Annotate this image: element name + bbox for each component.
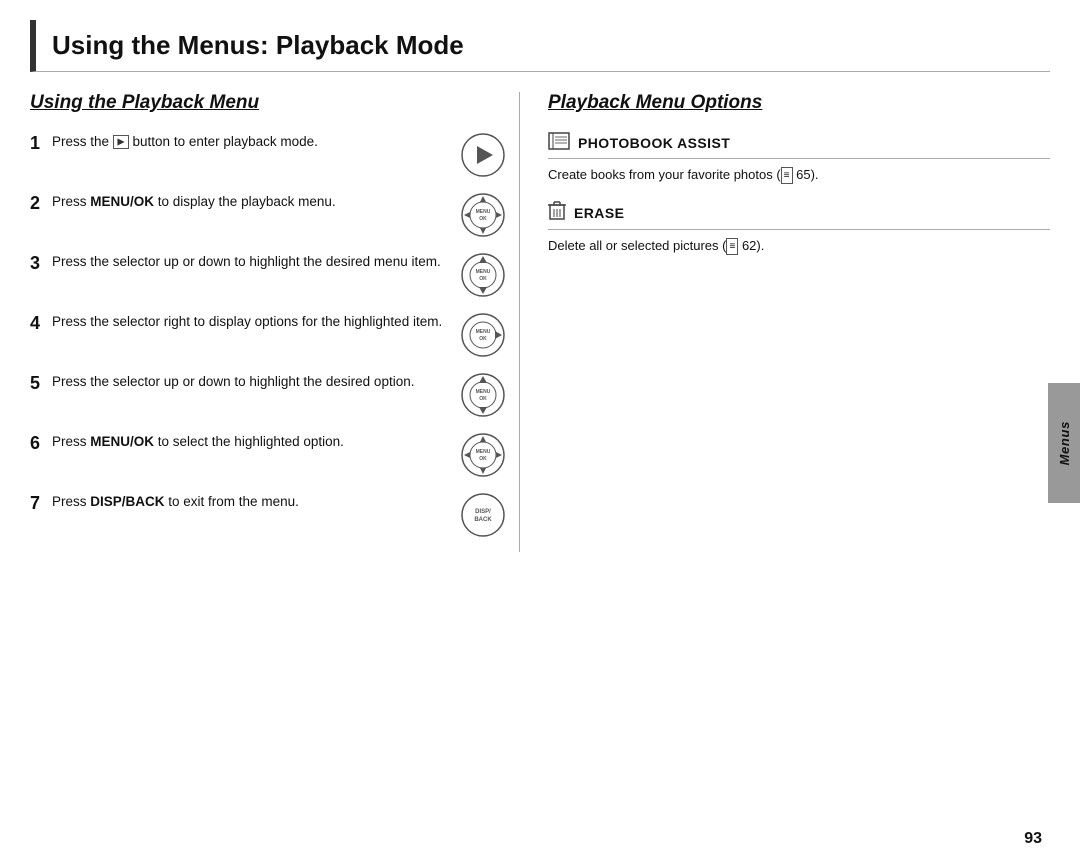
svg-text:OK: OK <box>479 336 487 342</box>
option-erase: ERASE Delete all or selected pictures (≡… <box>548 201 1050 256</box>
step-icon-7: DISP/ BACK <box>457 492 509 538</box>
book-icon <box>548 132 570 154</box>
left-column: Using the Playback Menu 1 Press the butt… <box>30 92 520 552</box>
option-photobook-title: PHOTOBOOK ASSIST <box>578 135 730 151</box>
ref-box-1: ≡ <box>781 167 793 184</box>
step-number-6: 6 <box>30 432 52 455</box>
svg-text:OK: OK <box>479 456 487 462</box>
steps-list: 1 Press the button to enter playback mod… <box>30 132 509 538</box>
option-erase-header: ERASE <box>548 201 1050 230</box>
svg-text:MENU: MENU <box>476 209 491 215</box>
option-photobook: PHOTOBOOK ASSIST Create books from your … <box>548 132 1050 185</box>
page-number: 93 <box>1024 830 1042 848</box>
step-icon-1 <box>457 132 509 178</box>
disp-back-icon: DISP/ BACK <box>460 492 506 538</box>
trash-icon <box>548 201 566 225</box>
right-section-title: Playback Menu Options <box>548 92 1050 114</box>
step-1: 1 Press the button to enter playback mod… <box>30 132 509 178</box>
step-number-1: 1 <box>30 132 52 155</box>
step-icon-4: MENU OK <box>457 312 509 358</box>
svg-text:OK: OK <box>479 396 487 402</box>
step-icon-3: MENU OK <box>457 252 509 298</box>
step-3: 3 Press the selector up or down to highl… <box>30 252 509 298</box>
inline-play-icon <box>113 135 129 149</box>
step-number-4: 4 <box>30 312 52 335</box>
step-7: 7 Press DISP/BACK to exit from the menu.… <box>30 492 509 538</box>
side-tab-label: Menus <box>1057 421 1072 465</box>
side-tab: Menus <box>1048 383 1080 503</box>
step-icon-6: MENU OK <box>457 432 509 478</box>
selector-updown-icon-2: MENU OK <box>460 372 506 418</box>
svg-text:MENU: MENU <box>476 269 491 275</box>
step-number-3: 3 <box>30 252 52 275</box>
option-photobook-desc: Create books from your favorite photos (… <box>548 165 1050 185</box>
right-column: Playback Menu Options PHOTOBOOK ASSIST <box>520 92 1050 552</box>
step-text-7: Press DISP/BACK to exit from the menu. <box>52 492 457 512</box>
selector-right-icon: MENU OK <box>460 312 506 358</box>
page-header: Using the Menus: Playback Mode <box>30 20 1050 72</box>
svg-text:MENU: MENU <box>476 389 491 395</box>
step-text-6: Press MENU/OK to select the highlighted … <box>52 432 457 452</box>
page-title: Using the Menus: Playback Mode <box>52 30 464 60</box>
step-icon-5: MENU OK <box>457 372 509 418</box>
svg-text:OK: OK <box>479 216 487 222</box>
step-6: 6 Press MENU/OK to select the highlighte… <box>30 432 509 478</box>
step-text-5: Press the selector up or down to highlig… <box>52 372 457 392</box>
play-button-icon <box>460 132 506 178</box>
menu-ok-icon-2: MENU OK <box>460 432 506 478</box>
main-content: Using the Playback Menu 1 Press the butt… <box>30 72 1050 552</box>
menu-ok-icon-1: MENU OK <box>460 192 506 238</box>
step-text-1: Press the button to enter playback mode. <box>52 132 457 152</box>
svg-text:BACK: BACK <box>474 517 492 523</box>
left-section-title: Using the Playback Menu <box>30 92 509 114</box>
svg-text:OK: OK <box>479 276 487 282</box>
step-icon-2: MENU OK <box>457 192 509 238</box>
page-container: Using the Menus: Playback Mode Using the… <box>0 20 1080 866</box>
step-2: 2 Press MENU/OK to display the playback … <box>30 192 509 238</box>
svg-text:MENU: MENU <box>476 449 491 455</box>
option-erase-desc: Delete all or selected pictures (≡ 62). <box>548 236 1050 256</box>
erase-icon <box>548 201 566 221</box>
step-text-3: Press the selector up or down to highlig… <box>52 252 457 272</box>
step-4: 4 Press the selector right to display op… <box>30 312 509 358</box>
svg-text:DISP/: DISP/ <box>475 509 491 515</box>
option-erase-title: ERASE <box>574 205 624 221</box>
svg-text:MENU: MENU <box>476 329 491 335</box>
step-number-2: 2 <box>30 192 52 215</box>
ref-box-2: ≡ <box>726 238 738 255</box>
step-text-2: Press MENU/OK to display the playback me… <box>52 192 457 212</box>
step-number-7: 7 <box>30 492 52 515</box>
step-number-5: 5 <box>30 372 52 395</box>
photobook-icon <box>548 132 570 150</box>
step-text-4: Press the selector right to display opti… <box>52 312 457 332</box>
selector-updown-icon-1: MENU OK <box>460 252 506 298</box>
option-photobook-header: PHOTOBOOK ASSIST <box>548 132 1050 159</box>
step-5: 5 Press the selector up or down to highl… <box>30 372 509 418</box>
